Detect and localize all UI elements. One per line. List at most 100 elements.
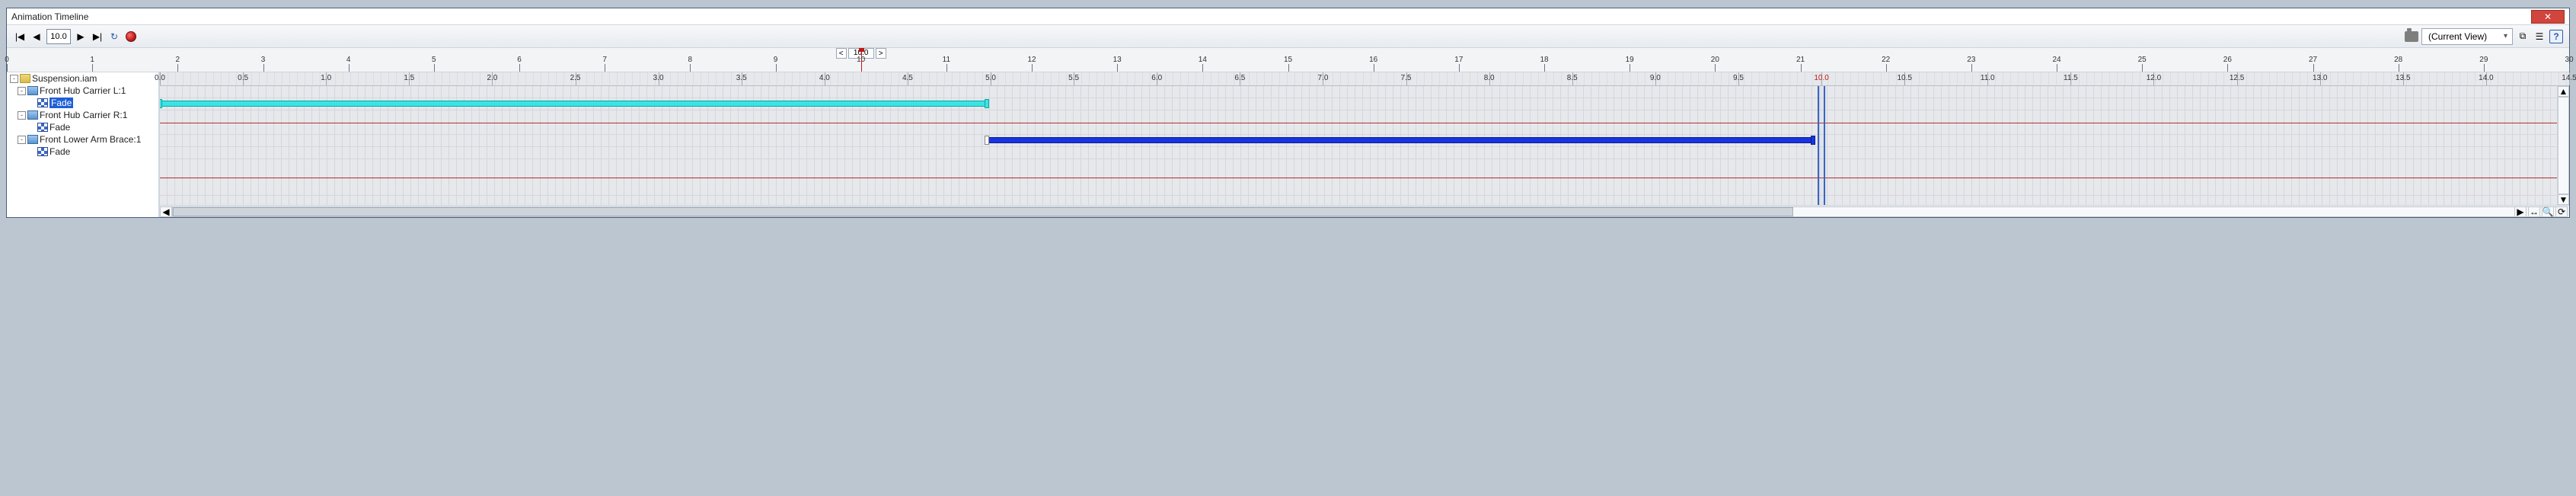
scope-tick-label: 30 [2565,56,2573,64]
tree-child[interactable]: Fade [7,121,158,133]
part-icon [27,86,38,95]
ruler-label: 12.5 [2230,74,2244,82]
expand-icon[interactable]: - [10,75,18,83]
play-reverse-icon: ◀ [33,31,40,42]
ruler-label: 12.0 [2147,74,2161,82]
chevron-down-icon: ▼ [2559,194,2568,205]
ruler-label: 3.5 [736,74,747,82]
scope-tick-label: 12 [1027,56,1036,64]
tree-root[interactable]: - Suspension.iam [7,72,158,85]
part-icon [27,135,38,144]
vertical-scrollbar[interactable]: ▲ ▼ [2557,86,2569,205]
ruler-label: 9.0 [1650,74,1661,82]
scroll-down-button[interactable]: ▼ [2558,194,2569,205]
skip-back-icon: |◀ [15,31,24,42]
zoom-reset-button[interactable]: ⟳ [2555,206,2568,217]
current-time-field[interactable] [46,29,71,44]
scope-tick-label: 9 [774,56,778,64]
chevron-left-icon: ◀ [162,206,169,217]
part-icon [27,110,38,120]
scope-tick-label: 19 [1626,56,1634,64]
help-button[interactable]: ? [2549,30,2563,43]
ruler-label: 8.0 [1484,74,1495,82]
scroll-thumb[interactable] [173,207,1793,216]
ruler-label: 3.0 [653,74,664,82]
horizontal-scrollbar[interactable]: ◀ ▶ ↔ 🔍 ⟳ [160,205,2569,217]
scope-tick-label: 28 [2394,56,2402,64]
scope-tick-label: 14 [1199,56,1207,64]
clip[interactable] [160,101,987,107]
scope-nudge-left[interactable]: < [836,48,847,59]
record-button[interactable] [124,30,138,43]
scroll-right-button[interactable]: ▶ [2514,206,2527,217]
tree-item[interactable]: -Front Hub Carrier R:1 [7,109,158,121]
ruler-label: 10.5 [1897,74,1911,82]
clip-handle-right[interactable] [985,99,989,108]
scope-tick-label: 6 [517,56,522,64]
ruler-label: 10.0 [1814,74,1828,82]
ruler-label: 7.0 [1317,74,1328,82]
expand-icon[interactable]: - [18,87,26,95]
go-to-start-button[interactable]: |◀ [13,30,27,43]
tree-child-label: Fade [49,98,73,108]
close-button[interactable]: ✕ [2531,10,2565,24]
chevron-down-icon: ▾ [2504,32,2507,40]
fade-icon [37,123,48,132]
tree-item[interactable]: -Front Lower Arm Brace:1 [7,133,158,146]
ruler-label: 11.5 [2064,74,2078,82]
loop-button[interactable]: ↻ [107,30,121,43]
animation-timeline-window: Animation Timeline ✕ |◀ ◀ ▶ ▶| ↻ (Curren… [6,8,2570,218]
zoom-button[interactable]: 🔍 [2542,206,2554,217]
scope-playhead-marker[interactable] [861,48,862,72]
tree-item-label: Front Hub Carrier L:1 [40,85,126,96]
play-forward-button[interactable]: ▶ [74,30,88,43]
scope-tick-label: 20 [1711,56,1719,64]
ruler-label: 6.0 [1151,74,1162,82]
clip-handle-left[interactable] [985,136,989,145]
scope-tick-label: 11 [943,56,950,64]
scroll-left-button[interactable]: ◀ [160,206,172,217]
scope-tick-label: 24 [2052,56,2060,64]
tree-child-label: Fade [49,146,70,157]
clip-handle-right[interactable] [1811,136,1815,145]
view-selector-label: (Current View) [2428,31,2487,42]
help-icon: ? [2553,31,2558,42]
scope-tick-label: 26 [2223,56,2232,64]
tree-item[interactable]: - Front Hub Carrier L:1 [7,85,158,97]
timeline-panel: 0.00.51.01.52.02.53.03.54.04.55.05.56.06… [159,72,2569,217]
scope-tick-label: 15 [1284,56,1292,64]
clip-handle-left[interactable] [160,99,162,108]
ruler-label: 7.5 [1401,74,1412,82]
scope-tick-label: 22 [1882,56,1890,64]
skip-forward-icon: ▶| [93,31,102,42]
timeline-rows [160,86,2569,205]
expand-icon: ⧉ [2517,30,2529,43]
expand-icon[interactable]: - [18,136,26,144]
fit-width-icon: ↔ [2530,206,2539,217]
scope-nudge-right[interactable]: > [876,48,886,59]
timeline-row [160,86,2557,98]
expand-icon[interactable]: - [18,111,26,120]
scope-tick-label: 23 [1967,56,1975,64]
tree-root-label: Suspension.iam [32,73,97,84]
ruler-label: 1.0 [321,74,331,82]
scope-tick-label: 29 [2479,56,2488,64]
clip[interactable] [987,137,1814,143]
scope-ruler[interactable]: <10.0> 012345678910111213141516171819202… [7,48,2569,72]
options-button[interactable]: ☰ [2533,30,2546,43]
ruler-label: 0.5 [238,74,248,82]
scroll-up-button[interactable]: ▲ [2558,86,2569,97]
zoom-fit-button[interactable]: ↔ [2528,206,2540,217]
tree-child[interactable]: Fade [7,97,158,109]
tree-child[interactable]: Fade [7,146,158,158]
fade-icon [37,147,48,156]
timeline-ruler[interactable]: 0.00.51.01.52.02.53.03.54.04.55.05.56.06… [160,72,2569,86]
scope-tick-label: 7 [602,56,607,64]
expand-storyboard-button[interactable]: ⧉ [2516,30,2530,43]
view-selector[interactable]: (Current View) ▾ [2421,28,2513,45]
go-to-end-button[interactable]: ▶| [91,30,104,43]
scope-tick-label: 25 [2138,56,2147,64]
body: -Suspension.iam-Front Hub Carrier L:1Fad… [7,72,2569,217]
play-reverse-button[interactable]: ◀ [30,30,43,43]
ruler-label: 1.5 [404,74,414,82]
